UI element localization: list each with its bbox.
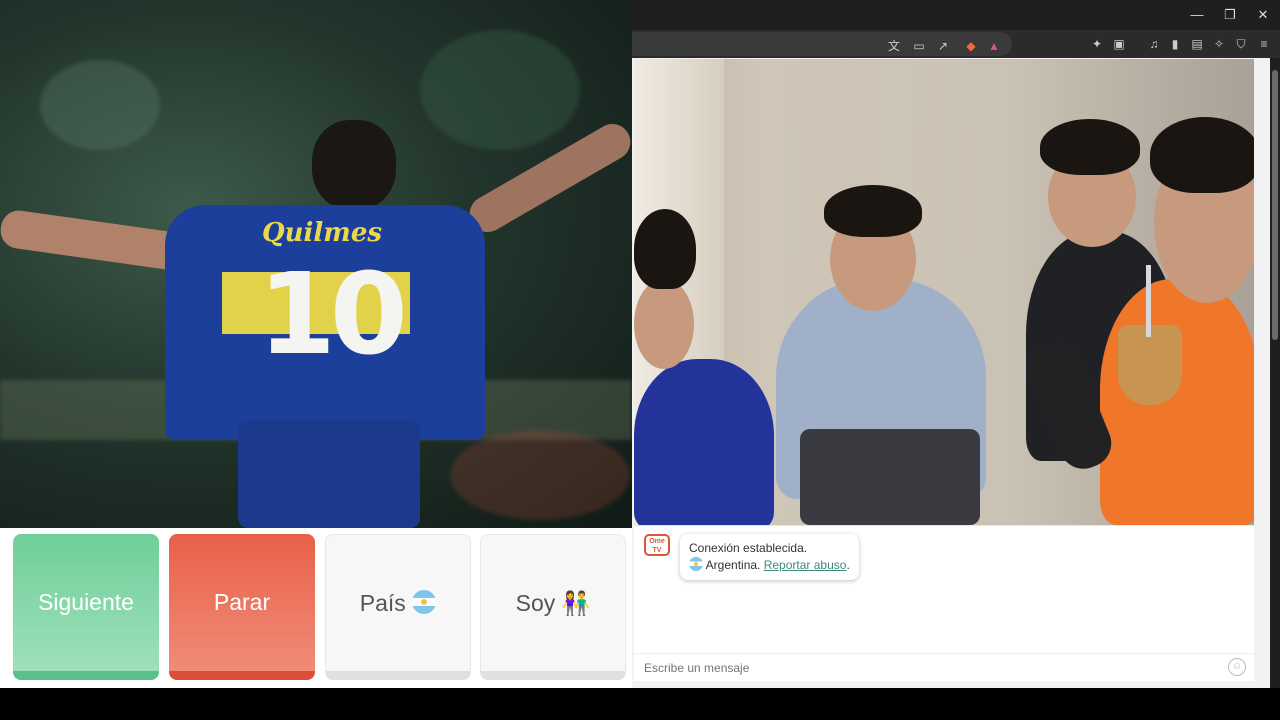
next-label: Siguiente [38,589,134,615]
system-message: Conexión establecida. Argentina. Reporta… [680,534,859,580]
country-name: Argentina. [705,558,761,572]
brave-shield-icon[interactable]: ◆ [963,38,979,54]
cast-icon[interactable]: ▭ [911,38,927,54]
connection-status: Conexión establecida. [689,541,808,555]
message-input[interactable] [634,653,1254,681]
emoji-icon[interactable]: ☺ [1228,658,1246,676]
local-video [634,59,1254,525]
page-content: Ome TV Conexión establecida. Argentina. … [632,58,1270,688]
media-icon[interactable]: ♫ [1146,36,1162,52]
argentina-flag-icon [412,590,437,614]
ometv-logo: Ome TV [644,534,670,556]
gender-button[interactable]: Soy 👫 [480,534,626,680]
browser-titlebar: — ❐ ✕ [632,0,1280,30]
chat-controls: Siguiente Parar País Soy 👫 [0,528,632,688]
minimize-button[interactable]: — [1184,5,1210,25]
report-abuse-link[interactable]: Reportar abuso [764,558,847,572]
scrollbar[interactable] [1270,58,1280,688]
vpn-icon[interactable]: ⛉ [1233,36,1249,52]
leo-ai-icon[interactable]: ✧ [1211,36,1227,52]
restore-button[interactable]: ❐ [1217,5,1243,25]
chat-panel: Ome TV Conexión establecida. Argentina. … [634,525,1254,681]
remote-video: Quilmes 10 [0,0,632,528]
country-button[interactable]: País [325,534,471,680]
country-label: País [359,590,406,616]
wallet-icon[interactable]: ▤ [1189,36,1205,52]
brave-rewards-icon[interactable]: ▲ [986,38,1002,54]
bottom-bar [0,688,1280,720]
stop-label: Parar [213,589,271,615]
translate-icon[interactable]: 文 [886,38,902,54]
sidebar-icon[interactable]: ▮ [1167,36,1183,52]
jersey-text: Quilmes [262,218,382,248]
address-bar[interactable]: 文 ▭ ↗ ◆ ▲ [632,32,1012,56]
next-button[interactable]: Siguiente [13,534,159,680]
close-button[interactable]: ✕ [1250,5,1276,25]
couple-icon: 👫 [561,590,591,616]
menu-icon[interactable]: ≡ [1256,36,1272,52]
extensions-icon[interactable]: ✦ [1089,36,1105,52]
reader-mode-icon[interactable]: ▣ [1111,36,1127,52]
jersey-number: 10 [258,250,408,380]
argentina-flag-icon [689,557,703,571]
browser-toolbar: 文 ▭ ↗ ◆ ▲ ✦ ▣ ♫ ▮ ▤ ✧ ⛉ ≡ [632,30,1280,58]
report-suffix: . [846,558,850,572]
stop-button[interactable]: Parar [169,534,315,680]
country-line: Argentina. Reportar abuso. [689,557,850,574]
scrollbar-thumb[interactable] [1272,70,1278,340]
share-icon[interactable]: ↗ [935,38,951,54]
gender-label: Soy [515,590,556,616]
